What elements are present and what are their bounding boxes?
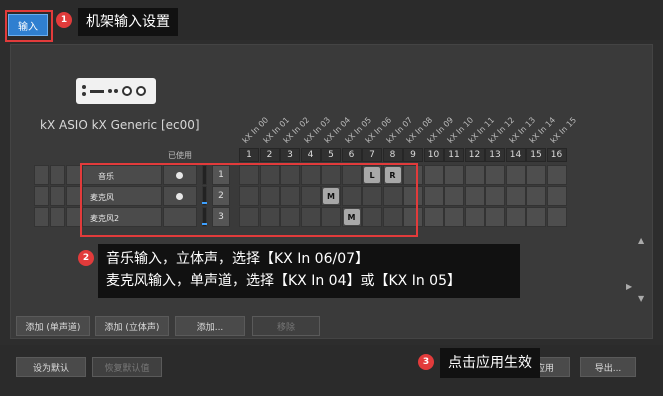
matrix-cell[interactable] <box>546 207 567 227</box>
column-number: 5 <box>321 148 341 162</box>
annotation-callout-3: 点击应用生效 <box>440 348 540 378</box>
annotation-marker-2: 2 <box>78 250 94 266</box>
matrix-cell[interactable] <box>444 186 464 206</box>
column-number: 15 <box>526 148 546 162</box>
set-default-button[interactable]: 设为默认 <box>16 357 86 377</box>
row-stub <box>50 186 65 206</box>
matrix-cell[interactable] <box>546 186 567 206</box>
annotation-2-line-1: 音乐输入，立体声，选择【KX In 06/07】 <box>106 251 370 267</box>
highlight-box-input-tab <box>5 10 53 42</box>
annotation-callout-2: 音乐输入，立体声，选择【KX In 06/07】 麦克风输入，单声道，选择【KX… <box>98 244 520 298</box>
matrix-cell[interactable] <box>464 165 485 185</box>
in-use-header: 已使用 <box>168 151 192 160</box>
column-number: 16 <box>546 148 567 162</box>
add-stereo-button[interactable]: 添加 (立体声) <box>95 316 169 336</box>
matrix-cell[interactable] <box>444 207 464 227</box>
device-name: kX ASIO kX Generic [ec00] <box>40 118 200 132</box>
matrix-cell[interactable] <box>444 165 464 185</box>
column-number: 3 <box>280 148 300 162</box>
export-button[interactable]: 导出... <box>580 357 636 377</box>
column-number: 14 <box>505 148 526 162</box>
column-number: 11 <box>444 148 464 162</box>
scroll-down-icon[interactable]: ▼ <box>638 294 644 303</box>
restore-default-button[interactable]: 恢复默认值 <box>92 357 162 377</box>
highlight-box-matrix <box>80 163 418 237</box>
row-stub <box>34 207 49 227</box>
matrix-cell[interactable] <box>505 186 526 206</box>
add-button[interactable]: 添加... <box>175 316 245 336</box>
annotation-2-line-2: 麦克风输入，单声道，选择【KX In 04】或【KX In 05】 <box>106 273 461 289</box>
matrix-cell[interactable] <box>485 186 505 206</box>
matrix-cell[interactable] <box>485 207 505 227</box>
column-number: 4 <box>300 148 321 162</box>
row-stub <box>34 186 49 206</box>
matrix-cell[interactable] <box>485 165 505 185</box>
column-number: 9 <box>403 148 423 162</box>
column-number: 7 <box>362 148 382 162</box>
matrix-cell[interactable] <box>505 207 526 227</box>
row-stub <box>66 186 81 206</box>
matrix-cell[interactable] <box>526 165 546 185</box>
matrix-cell[interactable] <box>526 207 546 227</box>
matrix-cell[interactable] <box>505 165 526 185</box>
row-stub <box>50 207 65 227</box>
row-stub <box>66 207 81 227</box>
column-number: 13 <box>485 148 505 162</box>
row-stub <box>50 165 65 185</box>
matrix-cell[interactable] <box>423 207 444 227</box>
annotation-marker-3: 3 <box>418 354 434 370</box>
remove-button[interactable]: 移除 <box>252 316 320 336</box>
matrix-cell[interactable] <box>423 186 444 206</box>
add-mono-button[interactable]: 添加 (单声道) <box>16 316 90 336</box>
matrix-cell[interactable] <box>546 165 567 185</box>
row-stub <box>34 165 49 185</box>
matrix-cell[interactable] <box>464 207 485 227</box>
matrix-cell[interactable] <box>423 165 444 185</box>
column-number: 1 <box>239 148 259 162</box>
audio-interface-icon <box>76 78 156 104</box>
column-number: 8 <box>382 148 403 162</box>
column-number: 12 <box>464 148 485 162</box>
scroll-up-icon[interactable]: ▲ <box>638 236 644 245</box>
annotation-marker-1: 1 <box>56 12 72 28</box>
column-number: 6 <box>341 148 362 162</box>
matrix-cell[interactable] <box>464 186 485 206</box>
annotation-callout-1: 机架输入设置 <box>78 8 178 36</box>
scroll-right-icon[interactable]: ▶ <box>626 282 632 291</box>
row-stub <box>66 165 81 185</box>
matrix-cell[interactable] <box>526 186 546 206</box>
column-number: 10 <box>423 148 444 162</box>
column-number: 2 <box>259 148 280 162</box>
